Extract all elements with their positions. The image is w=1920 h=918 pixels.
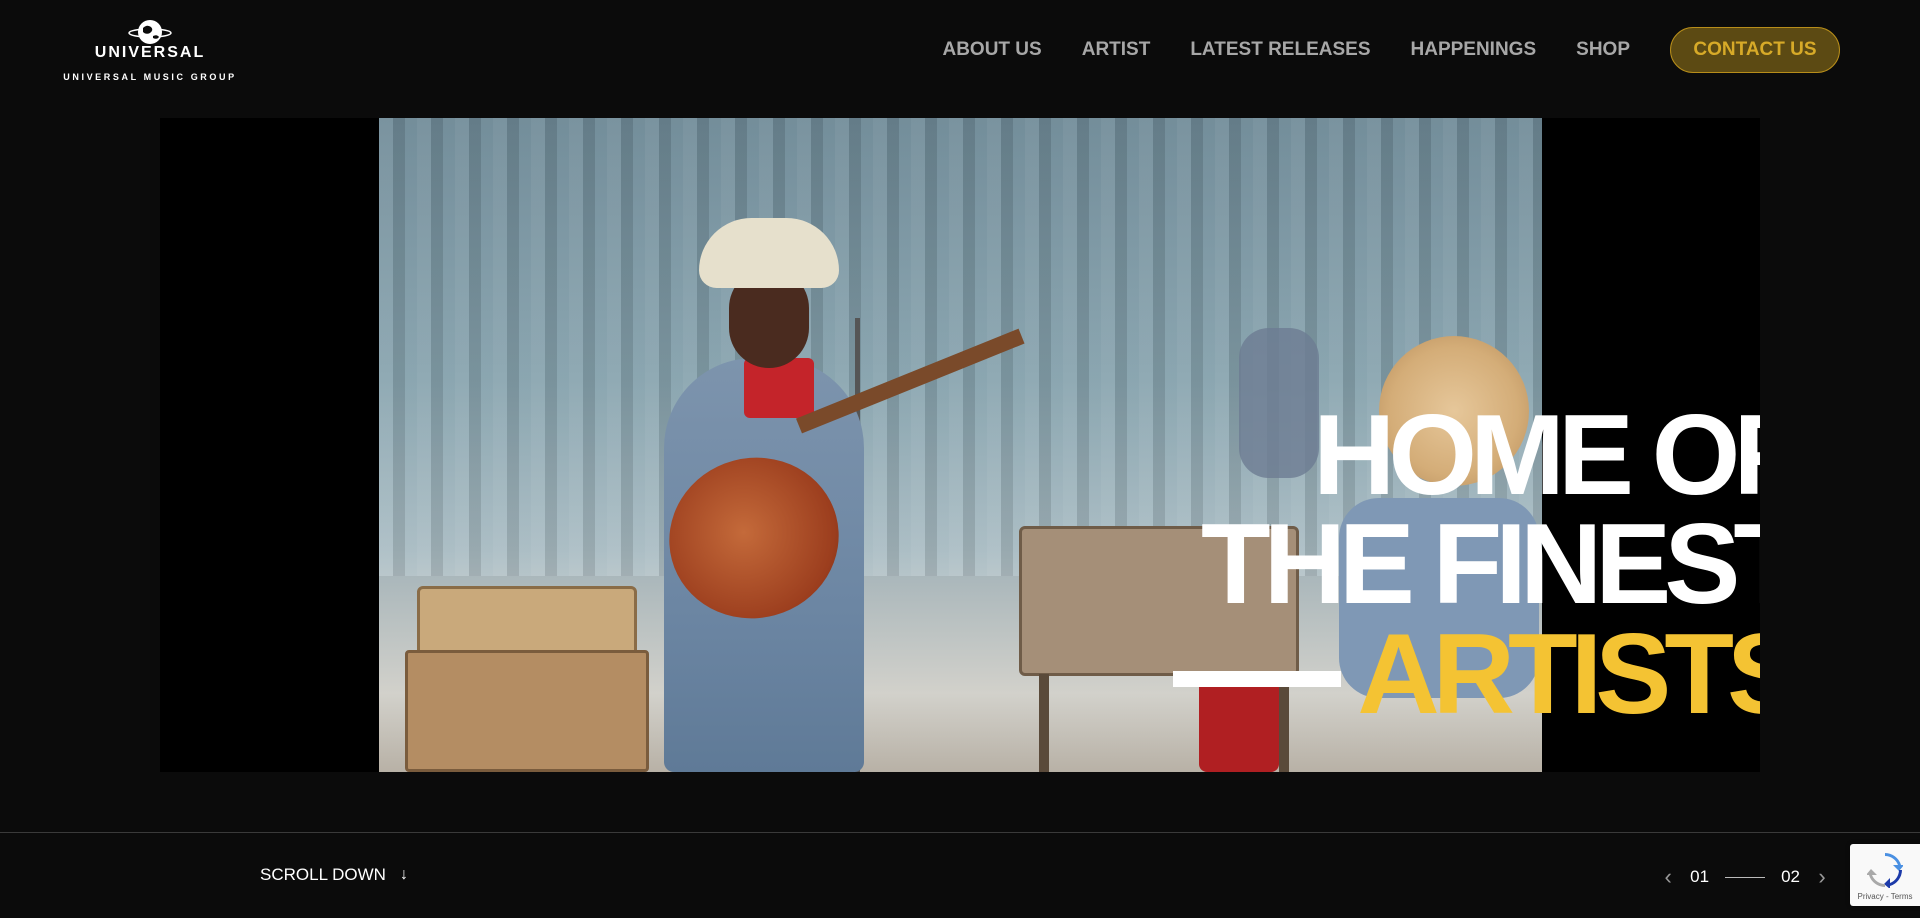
- universal-logo[interactable]: UNIVERSAL UNIVERSAL MUSIC GROUP: [60, 18, 240, 90]
- headline-accent-word: ARTISTS: [1357, 610, 1760, 738]
- chevron-left-icon[interactable]: ‹: [1656, 864, 1680, 890]
- headline-line-2: THE FINEST: [1200, 501, 1760, 629]
- headline-dash: [1173, 670, 1342, 687]
- organ-leg: [1039, 674, 1049, 772]
- singer-collar: [744, 358, 814, 418]
- contact-us-button[interactable]: CONTACT US: [1670, 27, 1840, 73]
- nav-latest-releases[interactable]: LATEST RELEASES: [1190, 39, 1370, 61]
- slide-pager: ‹ 01 02 ›: [1656, 864, 1834, 890]
- pager-divider: [1725, 876, 1766, 878]
- site-header: UNIVERSAL UNIVERSAL MUSIC GROUP ABOUT US…: [0, 0, 1920, 100]
- nav-shop[interactable]: SHOP: [1576, 39, 1630, 61]
- headline-line-3: ARTISTS: [1173, 610, 1760, 738]
- arrow-down-icon: ↓: [399, 866, 408, 883]
- recaptcha-links[interactable]: Privacy - Terms: [1850, 892, 1920, 901]
- hero-section: HOME OF THE FINEST ARTISTS: [160, 118, 1760, 772]
- logo-subtitle: UNIVERSAL MUSIC GROUP: [63, 72, 237, 82]
- amplifier-cabinet: [405, 650, 649, 772]
- hero-headline: HOME OF THE FINEST ARTISTS: [1173, 392, 1760, 738]
- amplifier-head: [417, 586, 637, 660]
- pager-total: 02: [1781, 867, 1800, 886]
- recaptcha-badge[interactable]: Privacy - Terms: [1850, 844, 1920, 906]
- cowboy-hat: [699, 218, 839, 288]
- page: UNIVERSAL UNIVERSAL MUSIC GROUP ABOUT US…: [0, 0, 1920, 918]
- headline-line-1: HOME OF: [1313, 392, 1760, 519]
- footer-divider: [0, 832, 1920, 833]
- nav-artist[interactable]: ARTIST: [1082, 39, 1151, 61]
- logo-wordmark: UNIVERSAL: [94, 44, 206, 61]
- pager-current: 01: [1690, 867, 1710, 886]
- scroll-down-button[interactable]: SCROLL DOWN ↓: [260, 865, 408, 885]
- main-nav: ABOUT US ARTIST LATEST RELEASES HAPPENIN…: [902, 27, 1840, 73]
- recaptcha-icon: [1867, 853, 1903, 888]
- nav-happenings[interactable]: HAPPENINGS: [1411, 39, 1537, 61]
- scroll-down-label: SCROLL DOWN: [260, 865, 386, 884]
- chevron-right-icon[interactable]: ›: [1810, 864, 1834, 890]
- nav-about-us[interactable]: ABOUT US: [942, 39, 1041, 61]
